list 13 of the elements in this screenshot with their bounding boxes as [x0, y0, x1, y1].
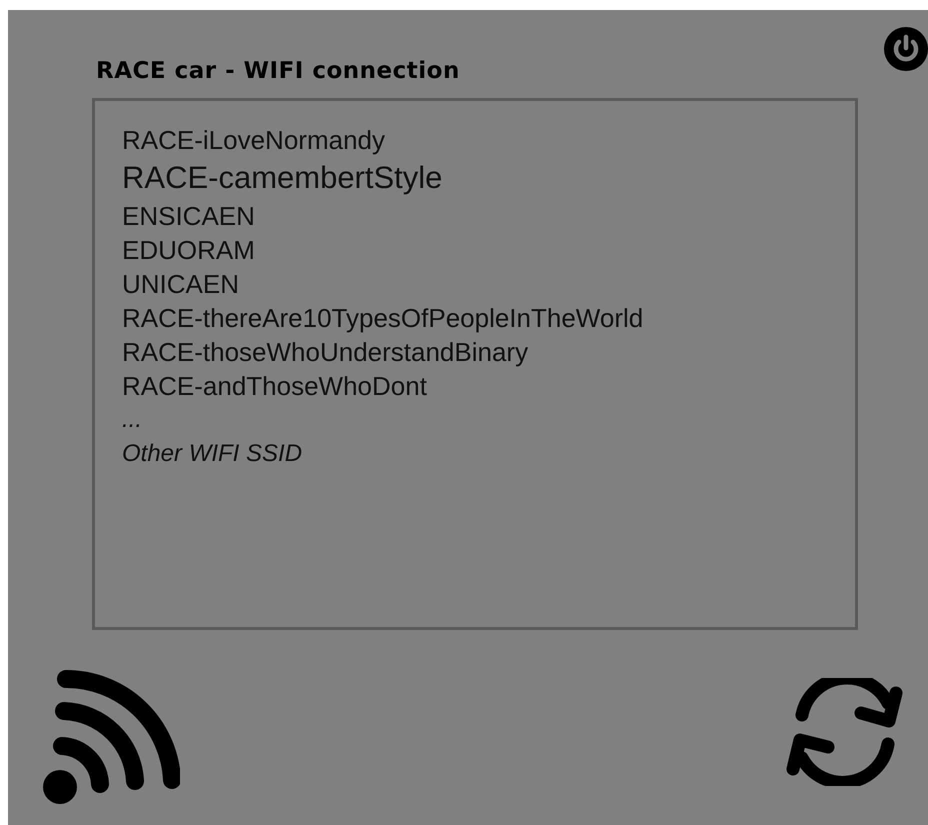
network-item[interactable]: ENSICAEN: [122, 199, 255, 233]
more-indicator: ...: [122, 405, 142, 435]
other-ssid-option[interactable]: Other WIFI SSID: [122, 437, 302, 471]
network-item[interactable]: RACE-thereAre10TypesOfPeopleInTheWorld: [122, 301, 644, 335]
network-item[interactable]: EDUORAM: [122, 233, 255, 267]
network-item[interactable]: UNICAEN: [122, 267, 240, 301]
network-item[interactable]: RACE-andThoseWhoDont: [122, 369, 427, 403]
network-item[interactable]: RACE-iLoveNormandy: [122, 123, 385, 157]
network-item[interactable]: RACE-camembertStyle: [122, 157, 442, 199]
network-item[interactable]: RACE-thoseWhoUnderstandBinary: [122, 335, 528, 369]
page-title: RACE car - WIFI connection: [96, 58, 461, 84]
wifi-icon[interactable]: [40, 670, 180, 806]
power-icon[interactable]: [884, 27, 928, 71]
